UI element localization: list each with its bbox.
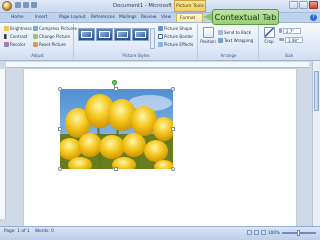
crop-icon [263,27,275,38]
gallery-scroll[interactable] [150,28,155,49]
contextual-group-label: Picture Tools [174,0,206,12]
picture-effects-button[interactable]: Picture Effects [158,41,193,48]
resize-handle-top[interactable] [114,87,118,91]
recolor-icon [4,42,9,47]
send-to-back-button[interactable]: Send to Back [218,29,251,36]
height-spinner[interactable]: 2.7" [283,27,301,34]
tab-insert[interactable]: Insert [32,13,50,22]
height-control: 2.7" [279,27,301,34]
picture-style-thumb[interactable] [132,28,149,41]
picture-style-thumb[interactable] [114,28,131,41]
tab-references[interactable]: References [88,13,118,22]
full-screen-icon[interactable] [254,230,260,235]
recolor-button[interactable]: Recolor [4,41,25,48]
border-icon [158,34,163,39]
save-icon[interactable] [15,2,21,8]
horizontal-ruler [6,62,309,68]
zoom-slider[interactable] [282,229,316,236]
undo-icon[interactable] [23,2,29,8]
position-button[interactable]: Position [200,27,216,53]
ribbon: Brightness Contrast Recolor Compress Pic… [0,23,320,61]
picture-border-button[interactable]: Picture Border [158,33,193,40]
vertical-ruler [0,69,6,219]
resize-handle-right[interactable] [171,127,175,131]
picture-style-thumb[interactable] [96,28,113,41]
position-icon [202,27,214,38]
tulip-picture[interactable] [60,89,173,169]
picture-styles-group: Picture Shape Picture Border Picture Eff… [75,24,198,59]
picture-style-thumb[interactable] [78,28,95,41]
compress-icon [33,26,38,31]
height-icon [279,28,282,33]
status-left: Page: 1 of 1 Words: 0 [4,229,54,235]
contextual-tab-callout: Contextual Tab [212,9,279,25]
change-picture-icon [33,34,38,39]
tab-review[interactable]: Review [138,13,159,22]
tab-view[interactable]: View [158,13,174,22]
size-group-label: Size [284,53,294,58]
tab-format[interactable]: Format [176,13,203,22]
contrast-icon [4,34,9,39]
width-icon [279,38,284,41]
reset-icon [33,42,38,47]
word-window: Document1 - Microsoft Word Picture Tools… [0,0,320,240]
office-button[interactable] [2,1,12,11]
reset-picture-button[interactable]: Reset Picture [33,41,66,48]
minimize-button[interactable] [289,1,298,9]
shape-icon [158,26,163,31]
tab-page-layout[interactable]: Page Layout [56,13,88,22]
resize-handle-top-right[interactable] [171,87,175,91]
status-right: 100% [247,229,316,236]
arrange-group-label: Arrange [220,53,237,58]
scrollbar-thumb[interactable] [314,71,319,111]
resize-handle-bottom-left[interactable] [58,167,62,171]
maximize-button[interactable] [299,1,308,9]
tulip-photo [60,89,173,169]
picture-styles-group-label: Picture Styles [122,53,150,58]
wrap-icon [218,38,223,43]
print-layout-icon[interactable] [247,230,253,235]
width-spinner[interactable]: 3.98" [285,36,303,43]
sun-icon [4,26,9,31]
contrast-button[interactable]: Contrast [4,33,28,40]
crop-button[interactable]: Crop [261,27,277,53]
vertical-scrollbar[interactable] [312,61,320,226]
tab-home[interactable]: Home [8,13,27,22]
zoom-slider-thumb[interactable] [297,229,300,236]
brightness-button[interactable]: Brightness [4,25,32,32]
page-count[interactable]: Page: 1 of 1 [4,229,30,234]
compress-pictures-button[interactable]: Compress Pictures [33,25,77,32]
width-control: 3.98" [279,36,303,43]
resize-handle-left[interactable] [58,127,62,131]
text-wrapping-button[interactable]: Text Wrapping [218,37,253,44]
window-controls [289,1,318,9]
picture-shape-button[interactable]: Picture Shape [158,25,192,32]
send-back-icon [218,30,223,35]
resize-handle-top-left[interactable] [58,87,62,91]
adjust-group-label: Adjust [31,53,44,58]
callout-arrow [203,13,212,21]
effects-icon [158,42,163,47]
size-group: Crop 2.7" 3.98" Size [260,24,318,59]
status-bar: Page: 1 of 1 Words: 0 100% [0,226,320,240]
quick-access-toolbar [15,2,37,8]
help-icon[interactable]: ? [310,14,317,21]
word-count[interactable]: Words: 0 [35,229,54,234]
zoom-level[interactable]: 100% [268,230,280,235]
close-button[interactable] [309,1,318,9]
redo-icon[interactable] [31,2,37,8]
tab-mailings[interactable]: Mailings [116,13,140,22]
resize-handle-bottom[interactable] [114,167,118,171]
arrange-group: Position Send to Back Text Wrapping Arra… [199,24,259,59]
resize-handle-bottom-right[interactable] [171,167,175,171]
adjust-group: Brightness Contrast Recolor Compress Pic… [2,24,77,59]
change-picture-button[interactable]: Change Picture [33,33,70,40]
web-layout-icon[interactable] [261,230,267,235]
